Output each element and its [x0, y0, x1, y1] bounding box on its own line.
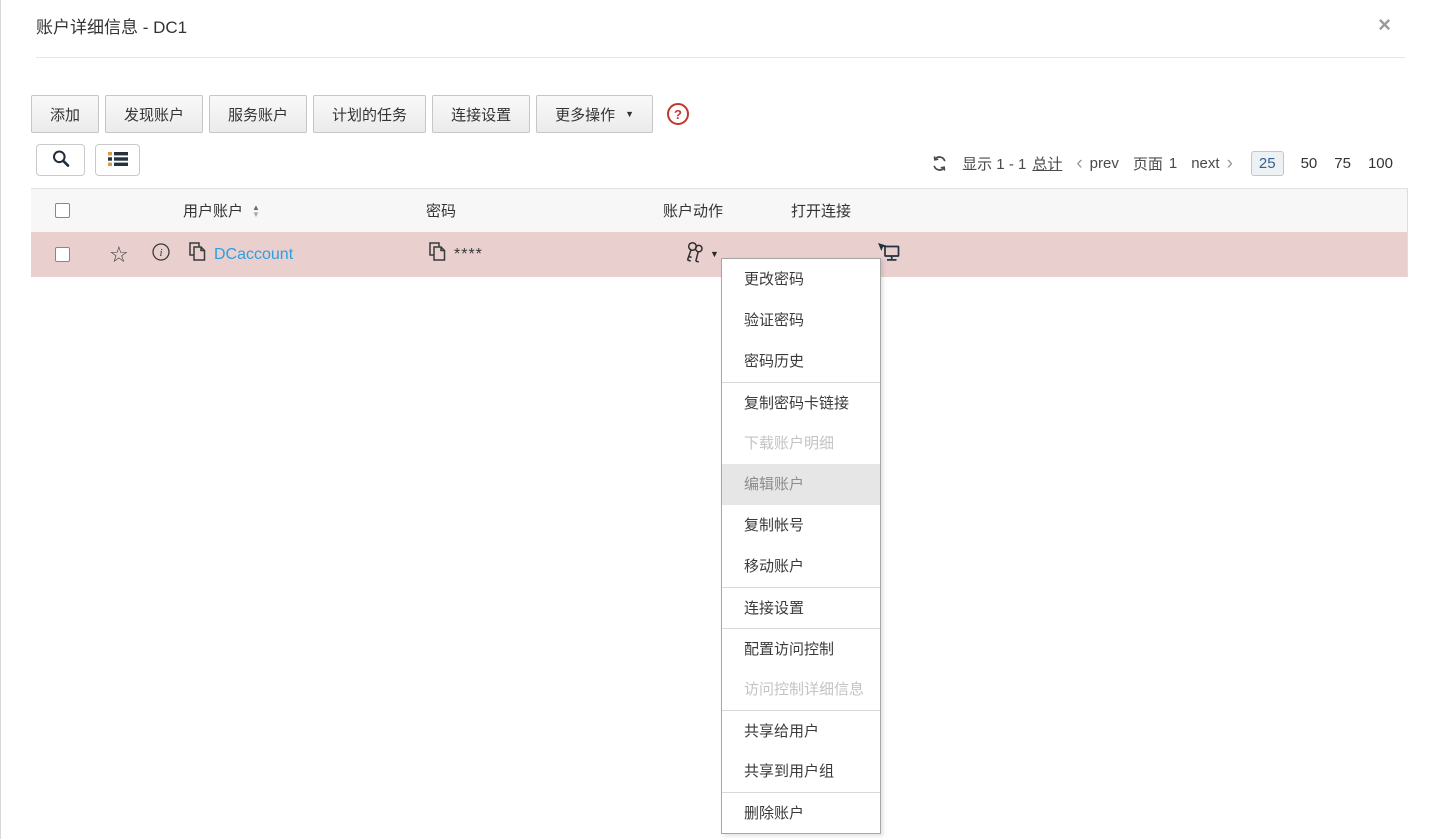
col-header-connection-label: 打开连接 — [791, 203, 852, 220]
chevron-right-icon: › — [1226, 152, 1233, 174]
refresh-icon[interactable] — [931, 155, 948, 172]
connection-settings-label: 连接设置 — [451, 106, 512, 124]
account-actions-trigger[interactable]: ▼ — [683, 241, 719, 269]
add-button-label: 添加 — [50, 106, 81, 124]
select-all-checkbox[interactable] — [55, 203, 70, 218]
page-label: 页面 — [1132, 155, 1163, 173]
prev-label: prev — [1089, 154, 1119, 172]
search-icon — [51, 149, 71, 172]
password-mask: **** — [454, 245, 483, 263]
title-divider — [36, 57, 1405, 58]
col-header-account[interactable]: 用户账户 ▲ ▼ — [183, 189, 260, 232]
prev-page-button[interactable]: ‹ prev — [1076, 154, 1119, 173]
menu-item-edit-account[interactable]: 编辑账户 — [722, 464, 880, 505]
copy-password-icon[interactable] — [429, 242, 446, 267]
menu-item-configure-access-control[interactable]: 配置访问控制 — [722, 628, 880, 669]
close-icon[interactable]: × — [1378, 14, 1391, 36]
service-accounts-label: 服务账户 — [228, 106, 289, 124]
svg-text:i: i — [159, 247, 162, 259]
page-size-75[interactable]: 75 — [1334, 155, 1351, 172]
menu-item-share-to-user[interactable]: 共享给用户 — [722, 710, 880, 751]
sort-icon[interactable]: ▲ ▼ — [252, 203, 260, 219]
page-size-options: 25 50 75 100 — [1250, 150, 1393, 176]
showing-summary: 显示 1 - 1 总计 — [962, 153, 1062, 174]
page-number: 1 — [1168, 154, 1178, 172]
caret-down-icon: ▼ — [625, 109, 635, 119]
row-checkbox[interactable] — [55, 247, 70, 262]
menu-item-password-history[interactable]: 密码历史 — [722, 341, 880, 382]
menu-item-share-to-user-group[interactable]: 共享到用户组 — [722, 751, 880, 792]
page-size-25[interactable]: 25 — [1250, 150, 1284, 176]
account-actions-menu: 更改密码 验证密码 密码历史 复制密码卡链接 下载账户明细 编辑账户 复制帐号 … — [721, 258, 881, 834]
menu-item-download-account-details: 下载账户明细 — [744, 435, 835, 452]
menu-item-copy-account[interactable]: 复制帐号 — [722, 505, 880, 546]
scheduled-tasks-label: 计划的任务 — [332, 106, 408, 124]
pagination-bar: 显示 1 - 1 总计 ‹ prev 页面 1 next › 25 50 75 … — [931, 147, 1393, 179]
col-header-password: 密码 — [426, 189, 456, 232]
connection-settings-button[interactable]: 连接设置 — [432, 95, 531, 133]
menu-item-change-password[interactable]: 更改密码 — [722, 259, 880, 300]
view-controls — [36, 144, 140, 176]
discover-accounts-button[interactable]: 发现账户 — [105, 95, 204, 133]
menu-item-delete-account[interactable]: 删除账户 — [722, 792, 880, 833]
help-icon[interactable]: ? — [667, 103, 690, 125]
copy-account-cell: DCaccount — [189, 232, 293, 277]
menu-item-connection-settings[interactable]: 连接设置 — [722, 587, 880, 628]
total-link[interactable]: 总计 — [1032, 153, 1062, 174]
page-size-100[interactable]: 100 — [1368, 155, 1393, 172]
next-label: next — [1191, 154, 1220, 172]
keys-icon — [683, 241, 708, 269]
list-view-icon — [107, 151, 128, 170]
toolbar: 添加 发现账户 服务账户 计划的任务 连接设置 更多操作 ▼ ? — [31, 95, 690, 133]
more-actions-label: 更多操作 — [555, 106, 616, 124]
chevron-left-icon: ‹ — [1076, 152, 1083, 174]
col-header-connection: 打开连接 — [791, 189, 851, 232]
password-cell: **** — [429, 232, 483, 277]
showing-label: 显示 1 - 1 — [962, 155, 1027, 173]
page-indicator: 页面 1 — [1133, 153, 1177, 174]
add-button[interactable]: 添加 — [31, 95, 100, 133]
col-header-actions: 账户动作 — [663, 189, 723, 232]
actions-caret-down-icon: ▼ — [710, 248, 719, 259]
col-header-actions-label: 账户动作 — [663, 203, 724, 220]
favorite-star-icon[interactable]: ☆ — [109, 243, 129, 266]
discover-accounts-label: 发现账户 — [124, 106, 185, 124]
table-header: 用户账户 ▲ ▼ 密码 账户动作 打开连接 — [31, 188, 1408, 232]
service-accounts-button[interactable]: 服务账户 — [209, 95, 308, 133]
account-actions-cell: ▼ — [683, 232, 719, 277]
search-button[interactable] — [36, 144, 85, 176]
col-header-account-label: 用户账户 — [183, 203, 244, 220]
select-all-cell — [55, 189, 70, 232]
menu-item-copy-password-card-link[interactable]: 复制密码卡链接 — [722, 382, 880, 423]
menu-item-access-control-details: 访问控制详细信息 — [744, 681, 865, 698]
col-header-password-label: 密码 — [426, 203, 457, 220]
copy-account-icon[interactable] — [189, 242, 206, 267]
menu-item-move-account[interactable]: 移动账户 — [722, 546, 880, 587]
account-details-dialog: 账户详细信息 - DC1 × 添加 发现账户 服务账户 计划的任务 连接设置 更… — [0, 0, 1435, 839]
info-cell: i — [151, 232, 171, 277]
account-name-link[interactable]: DCaccount — [214, 246, 293, 264]
info-icon[interactable]: i — [151, 242, 171, 267]
next-page-button[interactable]: next › — [1191, 154, 1233, 173]
menu-item-verify-password[interactable]: 验证密码 — [722, 300, 880, 341]
list-view-button[interactable] — [95, 144, 140, 176]
sort-desc-icon: ▼ — [252, 209, 260, 219]
row-select-cell — [55, 232, 70, 277]
page-title: 账户详细信息 - DC1 — [36, 18, 188, 37]
page-size-50[interactable]: 50 — [1301, 155, 1318, 172]
favorite-cell: ☆ — [109, 232, 129, 277]
scheduled-tasks-button[interactable]: 计划的任务 — [313, 95, 427, 133]
more-actions-button[interactable]: 更多操作 ▼ — [536, 95, 654, 133]
table-row: ☆ i DCaccount **** ▼ — [31, 232, 1408, 277]
